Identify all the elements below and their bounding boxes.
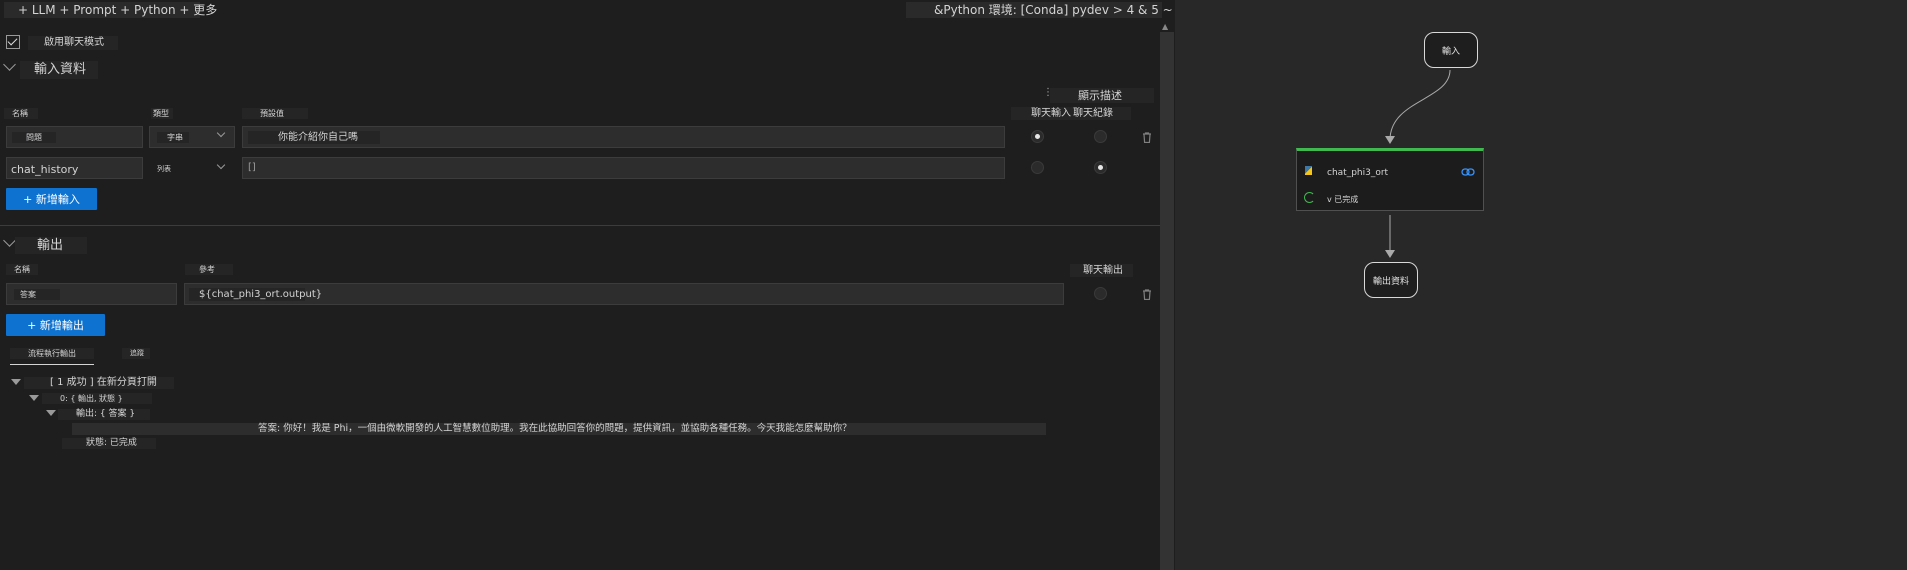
input-type-value: 列表 bbox=[157, 164, 173, 174]
editor-scrollbar[interactable] bbox=[1160, 32, 1174, 570]
chat-output-radio[interactable] bbox=[1094, 287, 1107, 300]
input-default-field[interactable] bbox=[242, 157, 1005, 179]
inputs-col-name: 名稱 bbox=[4, 108, 38, 119]
trash-icon[interactable] bbox=[1142, 132, 1152, 143]
tree-status: 狀態: 已完成 bbox=[62, 438, 156, 449]
python-icon bbox=[1305, 166, 1312, 175]
status-ring-icon bbox=[1304, 192, 1315, 203]
show-description-toggle[interactable]: 顯示描述 bbox=[1050, 88, 1154, 103]
inputs-col-chat-history: 聊天紀錄 bbox=[1071, 107, 1131, 120]
chat-history-radio[interactable] bbox=[1094, 130, 1107, 143]
input-default-value: [] bbox=[248, 162, 256, 173]
trash-icon[interactable] bbox=[1142, 289, 1152, 300]
python-env-selector[interactable]: &Python 環境: [Conda] pydev > 4 & 5 ~ bbox=[906, 2, 1173, 18]
tree-item-0[interactable]: 0: { 輸出, 狀態 } bbox=[42, 393, 152, 404]
tree-root[interactable]: [ 1 成功 ] 在新分頁打開 bbox=[24, 377, 174, 389]
input-type-value: 字串 bbox=[157, 132, 189, 143]
graph-llm-node-status: v 已完成 bbox=[1315, 194, 1379, 205]
graph-llm-node-title: chat_phi3_ort bbox=[1315, 167, 1399, 179]
tree-expand-icon[interactable] bbox=[11, 379, 21, 385]
output-ref-value: ${chat_phi3_ort.output} bbox=[189, 288, 322, 301]
tree-answer: 答案: 你好！我是 Phi，一個由微軟開發的人工智慧數位助理。我在此協助回答你的… bbox=[72, 423, 1046, 435]
graph-output-node[interactable]: 輸出資料 bbox=[1364, 262, 1418, 298]
graph-input-node[interactable]: 輸入 bbox=[1424, 32, 1478, 68]
inputs-col-chat-input: 聊天輸入 bbox=[1011, 107, 1071, 120]
tab-flow-run-output[interactable]: 流程執行輸出 bbox=[10, 348, 94, 359]
outputs-col-ref: 參考 bbox=[185, 264, 233, 275]
inputs-col-default: 預設值 bbox=[242, 108, 308, 119]
checkmark-icon bbox=[7, 35, 18, 46]
graph-llm-node[interactable]: chat_phi3_ort v 已完成 bbox=[1296, 148, 1484, 211]
output-name-value: 答案 bbox=[14, 289, 60, 300]
input-name-value: chat_history bbox=[11, 163, 79, 176]
section-divider bbox=[0, 225, 1160, 226]
inputs-section-title: 輸入資料 bbox=[20, 61, 98, 79]
outputs-col-chat-output: 聊天輸出 bbox=[1070, 264, 1133, 277]
inputs-col-type: 類型 bbox=[151, 108, 173, 119]
add-output-button[interactable]: + 新增輸出 bbox=[6, 314, 105, 336]
graph-input-node-label: 輸入 bbox=[1441, 46, 1460, 57]
outputs-section-title: 輸出 bbox=[15, 237, 87, 254]
tree-expand-icon[interactable] bbox=[46, 410, 56, 416]
tree-expand-icon[interactable] bbox=[29, 395, 39, 401]
chat-history-radio[interactable] bbox=[1094, 161, 1107, 174]
chat-input-radio[interactable] bbox=[1031, 161, 1044, 174]
link-icon[interactable] bbox=[1461, 167, 1475, 177]
chat-mode-checkbox[interactable] bbox=[6, 35, 20, 49]
scroll-up-arrow[interactable]: ▲ bbox=[1162, 22, 1168, 31]
tree-output[interactable]: 輸出: { 答案 } bbox=[58, 409, 150, 420]
input-default-value: 你能介紹你自己嗎 bbox=[248, 131, 380, 144]
input-name-value: 問題 bbox=[12, 132, 56, 143]
add-node-menu[interactable]: + LLM + Prompt + Python + 更多 bbox=[4, 2, 217, 18]
chat-mode-label: 啟用聊天模式 bbox=[28, 36, 118, 50]
tab-trace[interactable]: 追蹤 bbox=[122, 348, 150, 359]
active-tab-underline bbox=[10, 364, 94, 365]
outputs-col-name: 名稱 bbox=[6, 264, 38, 275]
chat-input-radio[interactable] bbox=[1031, 130, 1044, 143]
graph-output-node-label: 輸出資料 bbox=[1372, 276, 1409, 287]
add-input-button[interactable]: + 新增輸入 bbox=[6, 188, 97, 210]
graph-edges bbox=[1385, 69, 1451, 258]
